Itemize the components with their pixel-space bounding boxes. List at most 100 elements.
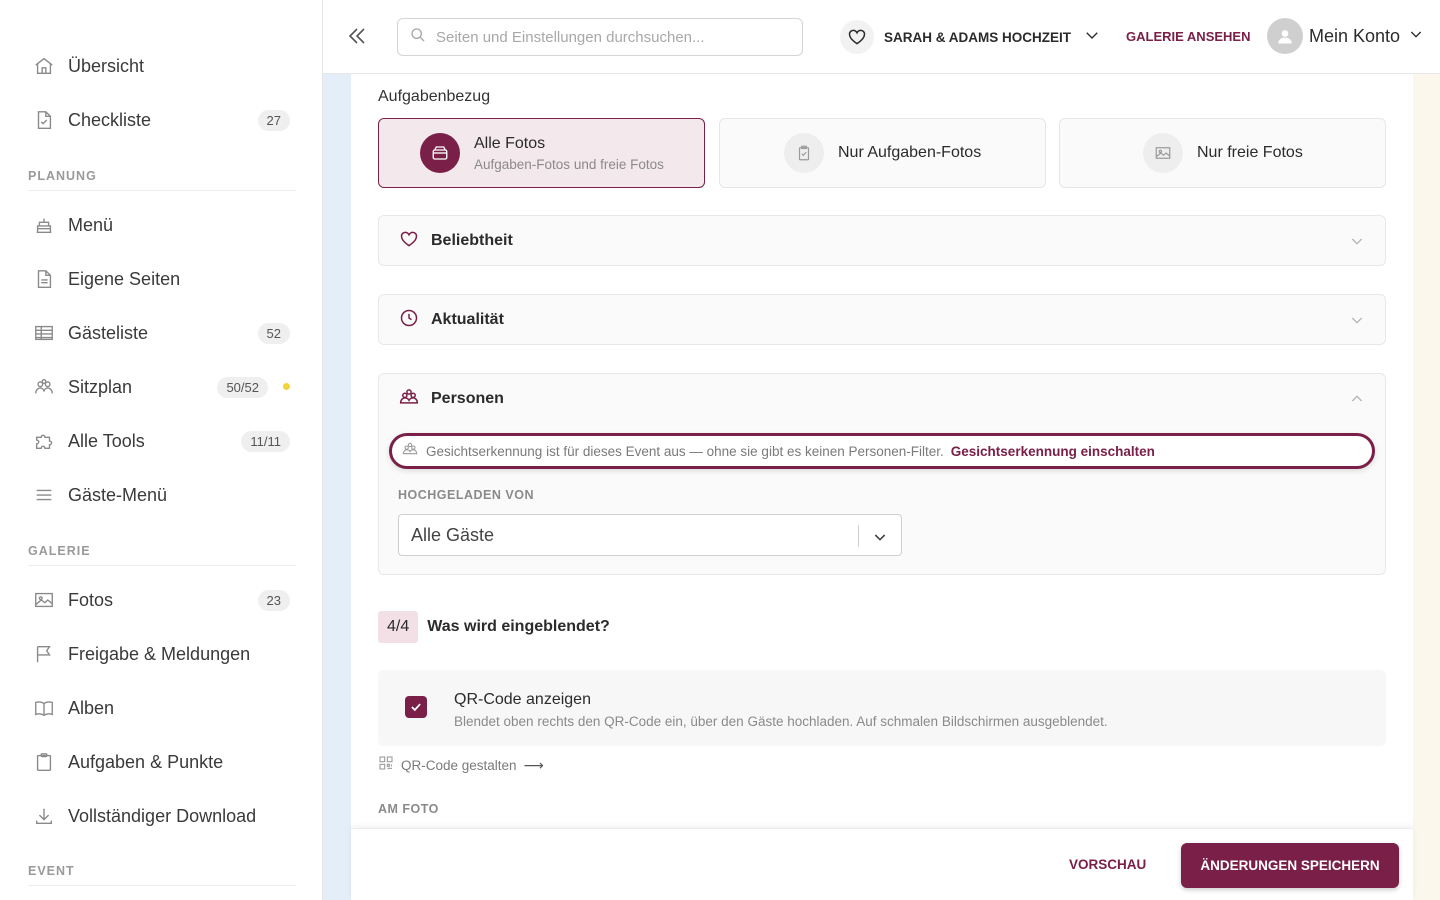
sidebar-item-uebersicht[interactable]: Übersicht [18,46,304,86]
sidebar-item-menu[interactable]: Menü [18,205,304,245]
sidebar-item-alle-tools[interactable]: Alle Tools 11/11 [18,421,304,461]
notice-text: Gesichtserkennung ist für dieses Event a… [426,443,944,459]
search-box[interactable] [397,18,803,56]
settings-panel: Aufgabenbezug Alle Fotos Aufgaben-Fotos … [351,74,1413,900]
qr-code-icon [378,755,394,776]
enable-face-recognition-link[interactable]: Gesichtserkennung einschalten [951,444,1155,459]
count-badge: 52 [257,322,290,344]
sidebar-item-eigene-seiten[interactable]: Eigene Seiten [18,259,304,299]
action-footer: VORSCHAU ÄNDERUNGEN SPEICHERN [351,828,1413,900]
count-badge: 23 [257,589,290,611]
uploaded-by-select[interactable]: Alle Gäste [398,514,902,556]
background-strip [1413,74,1440,900]
sidebar-item-label: Gästeliste [68,322,149,343]
count-badge: 27 [257,109,290,131]
chevron-up-icon [1349,391,1365,412]
view-gallery-link[interactable]: GALERIE ANSEHEN [1126,29,1250,44]
count-badge: 11/11 [241,430,290,452]
document-check-icon [32,108,56,132]
sidebar-item-gaesteliste[interactable]: Gästeliste 52 [18,313,304,353]
accordion-title: Personen [431,390,504,407]
account-label: Mein Konto [1309,25,1401,46]
qr-design-link[interactable]: QR-Code gestalten ⟶ [378,755,544,776]
section-label-galerie: GALERIE [28,544,296,566]
table-icon [32,321,56,345]
qr-code-checkbox[interactable] [405,696,427,718]
sidebar-item-freigabe[interactable]: Freigabe & Meldungen [18,634,304,674]
accordion-header[interactable]: Personen [379,374,1385,424]
am-foto-label: AM FOTO [378,802,439,816]
sidebar-item-alben[interactable]: Alben [18,688,304,728]
sidebar-item-label: Checkliste [68,109,152,130]
segment-title: Nur Aufgaben-Fotos [838,144,982,161]
sidebar-item-label: Menü [68,214,114,235]
preview-button[interactable]: VORSCHAU [1069,857,1146,872]
menu-lines-icon [32,483,56,507]
document-icon [32,267,56,291]
top-header: SARAH & ADAMS HOCHZEIT GALERIE ANSEHEN M… [323,0,1440,74]
sidebar-item-label: Alben [68,697,115,718]
sidebar-item-label: Freigabe & Meldungen [68,643,251,664]
step-title: Was wird eingeblendet? [427,618,610,635]
segment-nur-aufgaben-fotos[interactable]: Nur Aufgaben-Fotos [719,118,1046,188]
puzzle-icon [32,429,56,453]
book-icon [32,696,56,720]
step-badge: 4/4 [378,611,419,643]
background-strip [323,74,351,900]
chevron-down-icon [872,529,888,550]
accordion-personen: Personen Gesichtserkennung ist für diese… [378,373,1386,575]
section-label-planung: PLANUNG [28,169,296,191]
segment-title: Nur freie Fotos [1197,144,1303,161]
cake-icon [32,213,56,237]
search-input[interactable] [436,28,776,46]
collapse-sidebar-icon[interactable] [345,24,371,50]
flag-icon [32,642,56,666]
account-menu[interactable]: Mein Konto [1267,18,1424,54]
accordion-title: Aktualität [431,311,504,328]
sidebar-item-fotos[interactable]: Fotos 23 [18,580,304,620]
sidebar-item-label: Übersicht [68,55,145,76]
accordion-title: Beliebtheit [431,232,513,249]
accordion-aktualitaet: Aktualität [378,294,1386,345]
download-icon [32,804,56,828]
status-dot [283,383,290,390]
sidebar-item-download[interactable]: Vollständiger Download [18,796,304,836]
section-title: Aufgabenbezug [378,88,491,105]
heart-icon [399,229,419,254]
accordion-header[interactable]: Beliebtheit [379,216,1385,266]
segment-title: Alle Fotos [474,134,546,152]
step-header: 4/4 Was wird eingeblendet? [378,611,610,643]
uploaded-by-label: HOCHGELADEN VON [398,488,534,502]
segment-subtitle: Aufgaben-Fotos und freie Fotos [474,156,664,172]
sidebar-item-gaeste-menu[interactable]: Gäste-Menü [18,475,304,515]
segment-alle-fotos[interactable]: Alle Fotos Aufgaben-Fotos und freie Foto… [378,118,705,188]
event-selector[interactable]: SARAH & ADAMS HOCHZEIT [840,18,1101,56]
sidebar-item-label: Eigene Seiten [68,268,181,289]
qr-design-label: QR-Code gestalten [401,758,517,773]
select-value: Alle Gäste [411,524,495,545]
sidebar-item-label: Fotos [68,589,114,610]
image-icon [1143,133,1183,173]
chevron-down-icon [1349,312,1365,333]
arrow-right-icon: ⟶ [523,757,544,773]
sidebar-item-label: Gäste-Menü [68,484,168,505]
count-badge: 50/52 [217,376,268,398]
sidebar-item-checkliste[interactable]: Checkliste 27 [18,100,304,140]
chevron-down-icon [1349,233,1365,254]
chevron-down-icon [1408,26,1424,47]
sidebar-item-aufgaben[interactable]: Aufgaben & Punkte [18,742,304,782]
option-title: QR-Code anzeigen [454,691,591,708]
segment-nur-freie-fotos[interactable]: Nur freie Fotos [1059,118,1386,188]
sidebar-item-label: Aufgaben & Punkte [68,751,224,772]
sidebar-item-label: Sitzplan [68,376,133,397]
save-changes-button[interactable]: ÄNDERUNGEN SPEICHERN [1181,843,1399,888]
box-icon [420,133,460,173]
accordion-header[interactable]: Aktualität [379,295,1385,345]
clipboard-check-icon [784,133,824,173]
sidebar-item-label: Vollständiger Download [68,805,257,826]
accordion-beliebtheit: Beliebtheit [378,215,1386,266]
select-divider [858,525,859,547]
clock-icon [399,308,419,333]
sidebar-item-sitzplan[interactable]: Sitzplan 50/52 [18,367,304,407]
search-icon [410,27,426,48]
